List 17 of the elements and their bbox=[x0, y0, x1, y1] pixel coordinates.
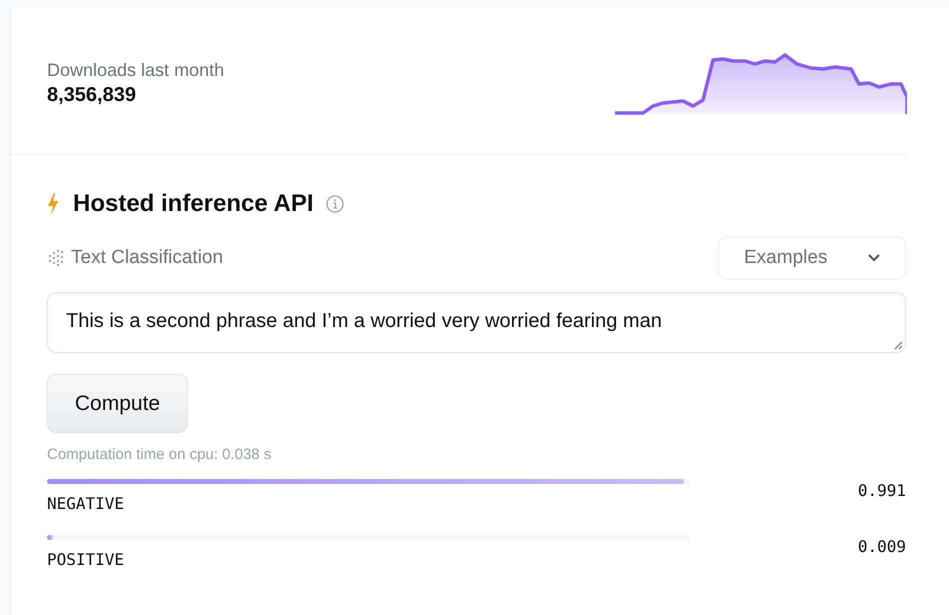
input-field[interactable]: This is a second phrase and I’m a worried very worried fearing man bbox=[47, 292, 906, 353]
dotted-grid-icon bbox=[47, 249, 65, 267]
lightning-icon bbox=[47, 193, 59, 215]
info-icon[interactable] bbox=[326, 195, 344, 213]
downloads-label: Downloads last month bbox=[47, 60, 224, 81]
score-value: 0.991 bbox=[858, 481, 906, 500]
class-label: NEGATIVE bbox=[47, 494, 126, 513]
examples-dropdown[interactable]: Examples bbox=[718, 236, 906, 280]
resize-grip-icon[interactable] bbox=[893, 340, 903, 350]
computation-time: Computation time on cpu: 0.038 s bbox=[47, 446, 272, 463]
chevron-down-icon bbox=[867, 253, 881, 263]
section-title: Hosted inference API bbox=[73, 190, 314, 218]
class-label: POSITIVE bbox=[47, 550, 126, 569]
task-label: Text Classification bbox=[71, 247, 224, 269]
score-value: 0.009 bbox=[858, 537, 906, 556]
compute-button[interactable]: Compute bbox=[47, 374, 188, 433]
downloads-count: 8,356,839 bbox=[47, 84, 137, 107]
